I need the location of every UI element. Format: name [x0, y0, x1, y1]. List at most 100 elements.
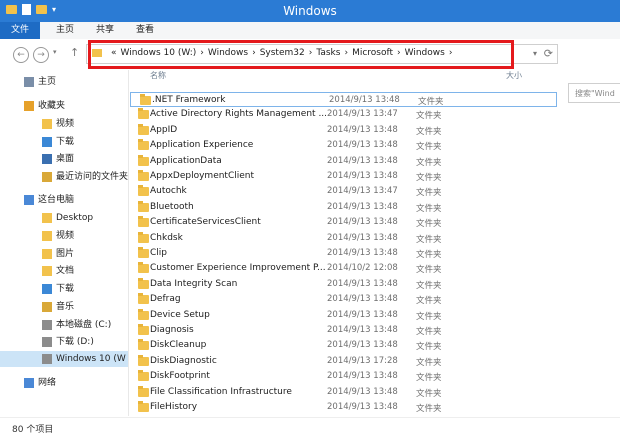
file-row[interactable]: Chkdsk 2014/9/13 13:48 文件夹	[129, 231, 555, 246]
file-date-modified: 2014/9/13 13:48	[327, 325, 398, 335]
sidebar-item-label: 下载	[56, 284, 75, 294]
file-date-modified: 2014/9/13 13:48	[327, 217, 398, 228]
file-type: 文件夹	[416, 203, 442, 214]
file-type: 文件夹	[416, 142, 442, 153]
file-name: Device Setup	[150, 309, 210, 320]
forward-button[interactable]: →	[33, 47, 49, 63]
file-row[interactable]: Defrag 2014/9/13 13:48 文件夹	[129, 292, 555, 307]
folder-icon	[138, 401, 149, 412]
column-header-name[interactable]: 名称	[150, 70, 166, 82]
file-name: Autochk	[150, 186, 187, 197]
sidebar-item[interactable]: 最近访问的文件夹	[0, 169, 128, 185]
drive-icon	[42, 354, 52, 364]
file-name: Customer Experience Improvement P...	[150, 263, 326, 274]
file-row[interactable]: Diagnosis 2014/9/13 13:48 文件夹	[129, 323, 555, 338]
sidebar-item-label: 收藏夹	[38, 101, 66, 111]
file-row[interactable]: Device Setup 2014/9/13 13:48 文件夹	[129, 308, 555, 323]
chevron-down-icon[interactable]: ▾	[533, 49, 537, 58]
sidebar-item[interactable]: 音乐	[0, 299, 128, 315]
sidebar-item[interactable]: Desktop	[0, 210, 128, 226]
folder-icon	[138, 216, 149, 228]
file-name: DiskDiagnostic	[150, 355, 217, 366]
sidebar-item-label: 图片	[56, 249, 75, 259]
file-type: 文件夹	[416, 173, 442, 183]
tab-file[interactable]: 文件	[0, 22, 40, 39]
file-row[interactable]: DiskDiagnostic 2014/9/13 17:28 文件夹	[129, 354, 555, 369]
file-type: 文件夹	[418, 97, 444, 107]
sidebar-item[interactable]: 桌面	[0, 151, 128, 167]
folder-icon	[138, 108, 149, 120]
file-row[interactable]: DiskFootprint 2014/9/13 13:48 文件夹	[129, 369, 555, 384]
back-button[interactable]: ←	[13, 47, 29, 63]
sidebar-item-label: 视频	[56, 119, 75, 129]
folder-icon	[138, 277, 149, 289]
folder-icon	[138, 231, 149, 243]
sidebar-item[interactable]: 本地磁盘 (C:)	[0, 317, 128, 333]
file-date-modified: 2014/9/13 13:48	[327, 155, 398, 166]
file-row[interactable]: Active Directory Rights Management ... 20…	[129, 107, 555, 122]
sidebar-item[interactable]: 视频	[0, 228, 128, 244]
file-name: DiskFootprint	[150, 371, 210, 382]
file-row[interactable]: CertificateServicesClient 2014/9/13 13:48…	[129, 215, 555, 230]
folder-icon	[138, 247, 149, 258]
file-row[interactable]: DiskCleanup 2014/9/13 13:48 文件夹	[129, 338, 555, 353]
sidebar-item-label: 主页	[38, 77, 57, 87]
folder-icon	[42, 249, 52, 259]
recent-folder-icon	[42, 172, 52, 182]
up-button[interactable]: ↑	[70, 46, 79, 59]
file-row[interactable]: ApplicationData 2014/9/13 13:48 文件夹	[129, 154, 555, 169]
sidebar-item-label: 桌面	[56, 154, 75, 164]
folder-icon	[138, 170, 149, 181]
recent-locations-icon[interactable]: ▾	[53, 48, 57, 56]
file-row[interactable]: .NET Framework 2014/9/13 13:48 文件夹	[130, 92, 557, 108]
sidebar-item[interactable]: 下载 (D:)	[0, 334, 128, 350]
sidebar-item-label: 这台电脑	[38, 195, 75, 205]
sidebar-item[interactable]: 视频	[0, 116, 128, 132]
file-row[interactable]: Customer Experience Improvement P... 2014…	[129, 261, 555, 276]
tab-view[interactable]: 查看	[132, 22, 158, 39]
file-list: .NET Framework 2014/9/13 13:48 文件夹 Active D…	[129, 84, 620, 416]
file-name: Data Integrity Scan	[150, 278, 238, 289]
column-header-size[interactable]: 大小	[506, 70, 522, 82]
file-type: 文件夹	[416, 157, 442, 168]
file-name: File Classification Infrastructure	[150, 386, 292, 397]
file-row[interactable]: Autochk 2014/9/13 13:47 文件夹	[129, 184, 555, 199]
file-row[interactable]: Data Integrity Scan 2014/9/13 13:48 文件夹	[129, 277, 555, 292]
folder-icon	[138, 154, 149, 166]
file-type: 文件夹	[416, 280, 442, 291]
file-date-modified: 2014/9/13 13:48	[327, 140, 398, 151]
sidebar-item[interactable]: 主页	[0, 74, 128, 90]
sidebar-item[interactable]: 网络	[0, 375, 128, 391]
file-row[interactable]: Application Experience 2014/9/13 13:48 文件夹	[129, 138, 555, 153]
sidebar-item[interactable]: 下载	[0, 281, 128, 297]
file-row[interactable]: FileHistory 2014/9/13 13:48 文件夹	[129, 400, 555, 415]
sidebar-item[interactable]: 文档	[0, 263, 128, 279]
sidebar-item-label: 下载	[56, 137, 75, 147]
file-date-modified: 2014/9/13 13:47	[327, 186, 398, 197]
sidebar-item[interactable]: 收藏夹	[0, 98, 128, 114]
sidebar-item[interactable]: 下载	[0, 134, 128, 150]
refresh-icon[interactable]: ⟳	[544, 47, 553, 60]
file-name: ApplicationData	[150, 155, 222, 166]
file-row[interactable]: AppxDeploymentClient 2014/9/13 13:48 文件夹	[129, 169, 555, 184]
file-row[interactable]: Clip 2014/9/13 13:48 文件夹	[129, 246, 555, 261]
sidebar-item[interactable]: 这台电脑	[0, 192, 128, 208]
file-name: Active Directory Rights Management ...	[150, 109, 328, 120]
file-row[interactable]: File Classification Infrastructure 2014/9…	[129, 385, 555, 400]
network-icon	[24, 378, 34, 388]
navigation-pane: 主页 收藏夹 视频 下载 桌面 最近访问的文件夹 这台电脑 Desktop 视频 图片 文档 下载 音乐…	[0, 72, 128, 417]
tab-share[interactable]: 共享	[92, 22, 118, 39]
status-bar: 80 个项目	[0, 417, 620, 438]
folder-icon	[140, 94, 151, 105]
file-name: AppxDeploymentClient	[150, 171, 255, 181]
file-row[interactable]: Bluetooth 2014/9/13 13:48 文件夹	[129, 200, 555, 215]
sidebar-item[interactable]: 图片	[0, 246, 128, 262]
file-name: DiskCleanup	[150, 340, 207, 351]
file-name: Chkdsk	[150, 232, 183, 243]
tab-home[interactable]: 主页	[52, 22, 78, 39]
sidebar-item[interactable]: Windows 10 (W	[0, 351, 128, 367]
file-date-modified: 2014/9/13 13:48	[327, 248, 398, 258]
file-row[interactable]: AppID 2014/9/13 13:48 文件夹	[129, 123, 555, 138]
file-type: 文件夹	[416, 342, 442, 353]
file-type: 文件夹	[416, 373, 442, 384]
